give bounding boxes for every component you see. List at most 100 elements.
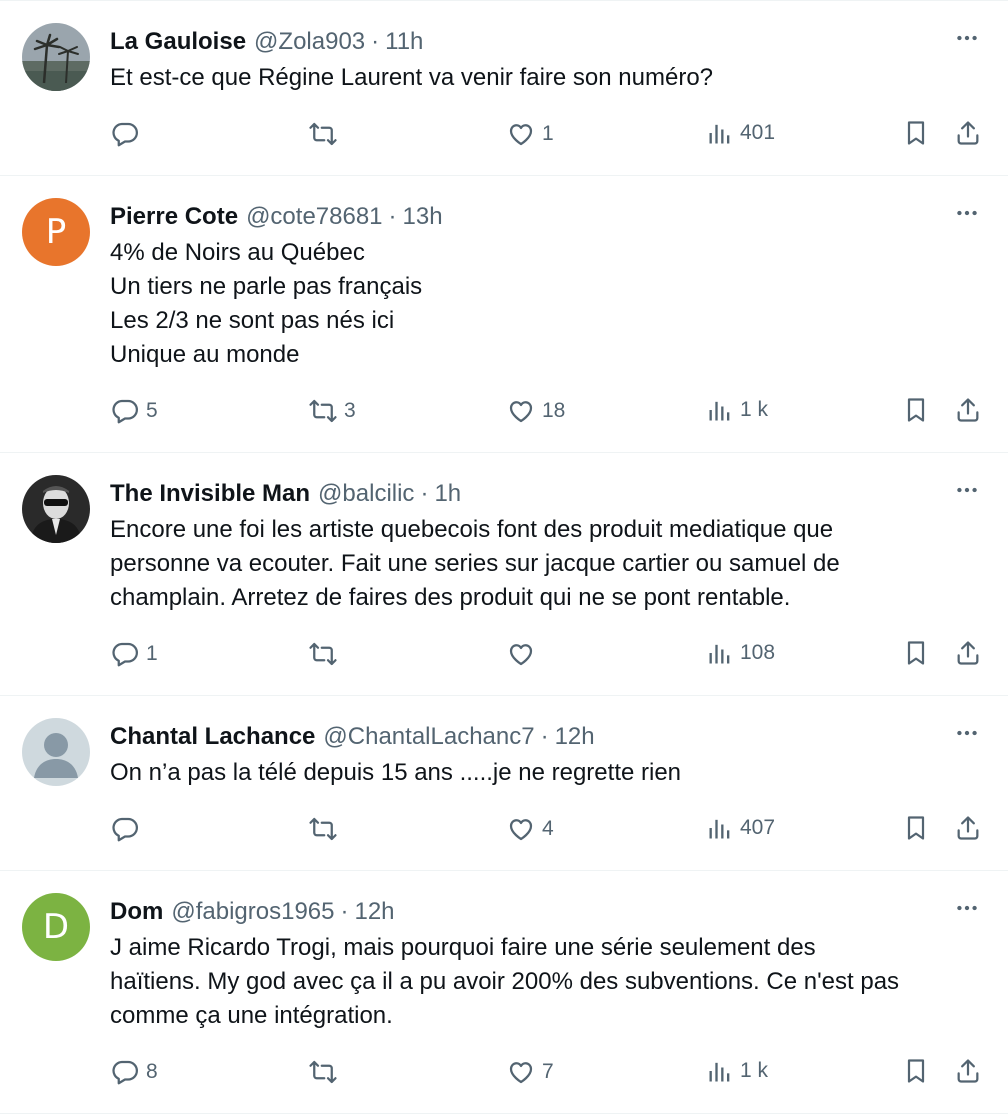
tweet-header: The Invisible Man @balcilic · 1h <box>110 453 948 509</box>
tweet-actions: 4 407 <box>110 790 979 870</box>
retweet-icon <box>308 396 338 426</box>
user-handle[interactable]: @fabigros1965 <box>171 897 334 927</box>
reply-button[interactable] <box>110 119 146 149</box>
timestamp[interactable]: 12h <box>555 722 595 752</box>
timestamp[interactable]: 11h <box>385 27 423 57</box>
display-name[interactable]: Dom <box>110 897 163 927</box>
tweet-text-line: J aime Ricardo Trogi, mais pourquoi fair… <box>110 934 816 961</box>
like-button[interactable]: 4 <box>506 814 554 844</box>
retweet-button[interactable]: 3 <box>308 396 356 426</box>
retweet-button[interactable] <box>308 1057 344 1087</box>
reply-icon <box>110 814 140 844</box>
retweet-icon <box>308 814 338 844</box>
like-icon <box>506 396 536 426</box>
avatar[interactable]: P <box>22 198 90 266</box>
retweet-button[interactable] <box>308 119 344 149</box>
bookmark-icon <box>902 639 930 667</box>
reply-icon <box>110 639 140 669</box>
share-button[interactable] <box>954 1057 982 1085</box>
bookmark-button[interactable] <box>902 396 930 424</box>
views-button[interactable]: 407 <box>706 814 775 842</box>
separator-dot: · <box>388 203 397 230</box>
separator-dot: · <box>540 723 549 750</box>
views-count: 407 <box>740 816 776 839</box>
tweet-text-line: On n’a pas la télé depuis 15 ans .....je… <box>110 759 682 786</box>
display-name[interactable]: La Gauloise <box>110 27 246 57</box>
reply-count: 1 <box>146 642 158 665</box>
retweet-button[interactable] <box>308 639 344 669</box>
bookmark-button[interactable] <box>902 814 930 842</box>
reply-button[interactable]: 1 <box>110 639 158 669</box>
bookmark-button[interactable] <box>902 1057 930 1085</box>
reply-button[interactable]: 5 <box>110 396 158 426</box>
more-options-button[interactable] <box>952 477 982 507</box>
more-icon <box>954 720 980 751</box>
more-options-button[interactable] <box>952 720 982 750</box>
tweet-text: 4% de Noirs au Québec Un tiers ne parle p… <box>110 236 948 372</box>
tweet-text-line: Les 2/3 ne sont pas nés ici <box>110 307 395 334</box>
tweet-text-line: personne va ecouter. Fait une series sur… <box>110 550 840 577</box>
views-button[interactable]: 1 k <box>706 396 768 424</box>
tweet[interactable]: D Dom @fabigros1965 · 12h J aime Ricardo… <box>0 871 1008 1114</box>
reply-button[interactable] <box>110 814 146 844</box>
reply-button[interactable]: 8 <box>110 1057 158 1087</box>
avatar[interactable] <box>22 23 90 91</box>
more-icon <box>954 25 980 56</box>
avatar[interactable]: D <box>22 893 90 961</box>
bookmark-icon <box>902 1057 930 1085</box>
avatar[interactable] <box>22 475 90 543</box>
tweet[interactable]: The Invisible Man @balcilic · 1h Encore … <box>0 453 1008 696</box>
views-button[interactable]: 108 <box>706 639 775 667</box>
separator-dot: · <box>340 898 349 925</box>
display-name[interactable]: Chantal Lachance <box>110 722 315 752</box>
like-button[interactable]: 1 <box>506 119 554 149</box>
retweet-icon <box>308 1057 338 1087</box>
bookmark-button[interactable] <box>902 639 930 667</box>
user-handle[interactable]: @cote78681 <box>246 202 382 232</box>
like-count: 4 <box>542 817 554 840</box>
tweet-text: Et est-ce que Régine Laurent va venir fa… <box>110 61 948 95</box>
display-name[interactable]: The Invisible Man <box>110 479 310 509</box>
separator-dot: · <box>371 28 380 55</box>
share-button[interactable] <box>954 814 982 842</box>
share-button[interactable] <box>954 119 982 147</box>
tweet-text-line: haïtiens. My god avec ça il a pu avoir 2… <box>110 968 900 995</box>
timestamp[interactable]: 12h <box>354 897 394 927</box>
user-handle[interactable]: @ChantalLachanc7 <box>323 722 534 752</box>
avatar[interactable] <box>22 718 90 786</box>
tweet-actions: 8 7 1 k <box>110 1033 979 1113</box>
like-button[interactable]: 18 <box>506 396 565 426</box>
reply-icon <box>110 119 140 149</box>
user-handle[interactable]: @balcilic <box>318 479 414 509</box>
views-button[interactable]: 401 <box>706 119 775 147</box>
tweet-text-line: Unique au monde <box>110 341 300 368</box>
retweet-icon <box>308 119 338 149</box>
bookmark-icon <box>902 396 930 424</box>
share-button[interactable] <box>954 396 982 424</box>
share-icon <box>954 119 982 147</box>
tweet-text-line: 4% de Noirs au Québec <box>110 239 365 266</box>
reply-icon <box>110 396 140 426</box>
like-button[interactable]: 7 <box>506 1057 554 1087</box>
more-options-button[interactable] <box>952 200 982 230</box>
like-button[interactable] <box>506 639 542 669</box>
tweet-header: Dom @fabigros1965 · 12h <box>110 871 948 927</box>
user-handle[interactable]: @Zola903 <box>254 27 365 57</box>
views-button[interactable]: 1 k <box>706 1057 768 1085</box>
more-options-button[interactable] <box>952 895 982 925</box>
retweet-button[interactable] <box>308 814 344 844</box>
timestamp[interactable]: 13h <box>403 202 443 232</box>
avatar-letter: D <box>42 907 70 947</box>
tweet[interactable]: Chantal Lachance @ChantalLachanc7 · 12h … <box>0 696 1008 871</box>
tweet[interactable]: P Pierre Cote @cote78681 · 13h 4% de Noi… <box>0 176 1008 453</box>
display-name[interactable]: Pierre Cote <box>110 202 238 232</box>
share-icon <box>954 639 982 667</box>
timestamp[interactable]: 1h <box>434 479 461 509</box>
more-options-button[interactable] <box>952 25 982 55</box>
views-icon <box>706 119 734 147</box>
share-button[interactable] <box>954 639 982 667</box>
tweet-actions: 1 401 <box>110 95 979 175</box>
tweet[interactable]: La Gauloise @Zola903 · 11h Et est-ce que… <box>0 0 1008 176</box>
bookmark-button[interactable] <box>902 119 930 147</box>
views-count: 1 k <box>740 398 769 421</box>
